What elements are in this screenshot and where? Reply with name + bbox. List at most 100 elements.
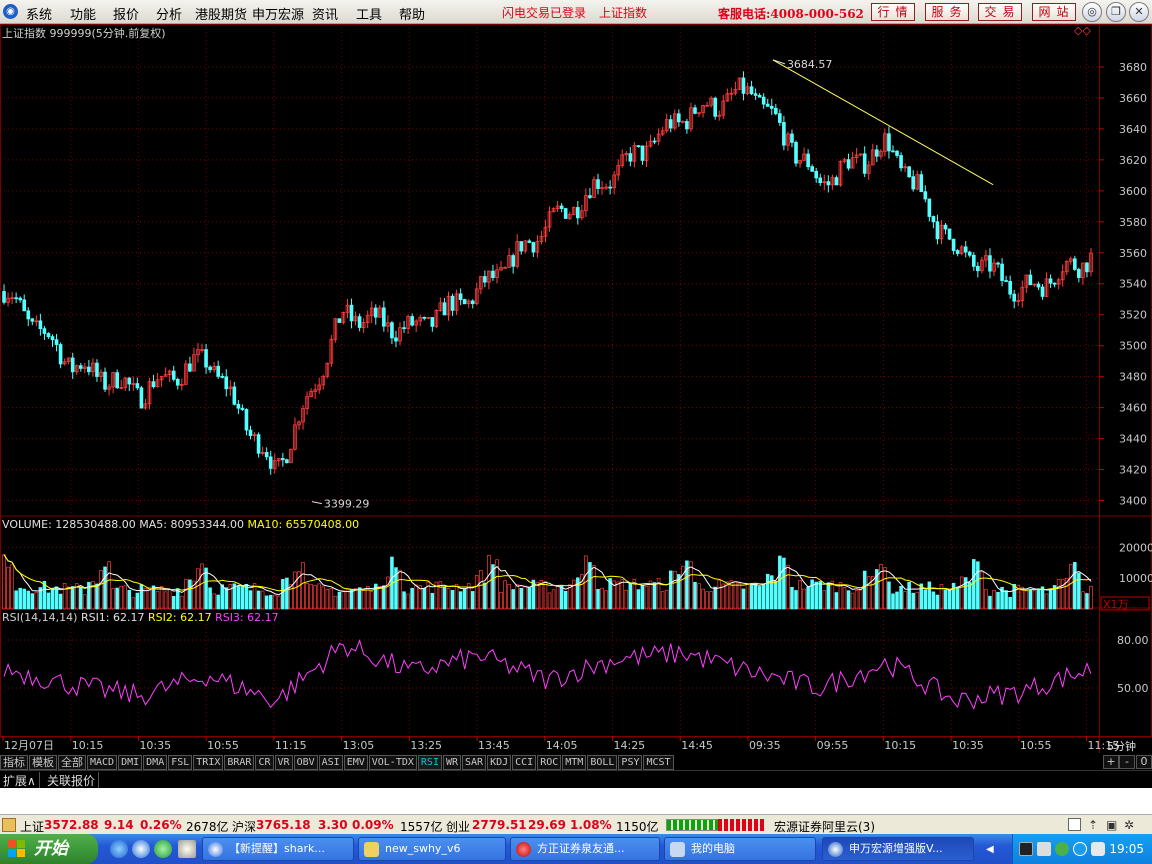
volume-bar <box>559 585 564 610</box>
reset-icon[interactable]: 0 <box>1136 755 1152 769</box>
network-icon[interactable] <box>1055 842 1069 856</box>
website-button[interactable]: 网站 <box>1032 3 1076 21</box>
task-swhy-enhanced[interactable]: 申万宏源增强版V... <box>822 837 974 861</box>
menu-function[interactable]: 功能 <box>70 4 96 23</box>
zoom-in-icon[interactable]: + <box>1103 755 1119 769</box>
expand-tab[interactable]: 扩展∧ <box>0 772 40 789</box>
quicklaunch-more-icon[interactable] <box>178 840 196 858</box>
task-my-computer[interactable]: 我的电脑 <box>664 837 816 861</box>
market-button[interactable]: 行情 <box>871 3 915 21</box>
volume-bar <box>1008 596 1012 610</box>
indicator-tab-指标[interactable]: 指标 <box>0 755 28 770</box>
indicator-tab-sar[interactable]: SAR <box>462 755 487 770</box>
volume-bar <box>891 593 895 610</box>
ie-icon[interactable] <box>110 840 128 858</box>
indicator-tab-psy[interactable]: PSY <box>618 755 643 770</box>
related-quote-tab[interactable]: 关联报价 <box>44 772 100 789</box>
price-tick-label: 3480 <box>1119 371 1147 384</box>
indicator-tab-roc[interactable]: ROC <box>537 755 562 770</box>
diamond-icon[interactable]: ◇◇ <box>1074 24 1091 37</box>
indicator-tab-trix[interactable]: TRIX <box>193 755 224 770</box>
indicator-tab-kdj[interactable]: KDJ <box>487 755 512 770</box>
volume-bar <box>527 587 532 610</box>
indicator-tab-rsi[interactable]: RSI <box>417 755 442 770</box>
restore-icon[interactable]: ❐ <box>1106 2 1126 22</box>
menu-quote[interactable]: 报价 <box>113 4 139 23</box>
volume-bar <box>180 595 184 610</box>
candle-body <box>810 166 814 172</box>
task-shark[interactable]: 【新提醒】shark... <box>202 837 354 861</box>
signal-icon[interactable]: ⇡ <box>1088 818 1098 832</box>
chart-header: 上证指数 999999(5分钟.前复权) <box>2 27 166 40</box>
candle-body <box>834 177 839 186</box>
volume-icon[interactable] <box>1037 842 1051 856</box>
tray-app-icon[interactable] <box>1019 842 1033 856</box>
candle-body <box>899 155 903 169</box>
volume-bar <box>810 579 814 610</box>
menu-system[interactable]: 系统 <box>26 4 52 23</box>
lock-status-icon[interactable]: ▣ <box>1106 818 1117 832</box>
chart-svg[interactable]: 3680 3660 3640 3620 3600 3580 3560 3540 3520 3500… <box>0 24 1152 754</box>
indicator-tab-cci[interactable]: CCI <box>512 755 537 770</box>
volume-bar <box>822 590 827 610</box>
service-button[interactable]: 服务 <box>925 3 969 21</box>
menu-info[interactable]: 资讯 <box>312 4 338 23</box>
menu-swhy[interactable]: 申万宏源 <box>252 4 304 23</box>
task-new-swhy[interactable]: new_swhy_v6 <box>358 837 506 861</box>
indicator-tab-cr[interactable]: CR <box>255 755 274 770</box>
tray-expand-icon[interactable]: ◀ <box>986 844 994 855</box>
app-logo-icon[interactable]: ◉ <box>3 4 18 19</box>
close-icon[interactable]: ✕ <box>1129 2 1149 22</box>
indicator-tab-mcst[interactable]: MCST <box>643 755 674 770</box>
candle-body <box>337 318 342 323</box>
time-tick-label: 13:45 <box>478 739 510 752</box>
chat-icon[interactable] <box>154 840 172 858</box>
indicator-tab-vol-tdx[interactable]: VOL-TDX <box>368 755 417 770</box>
volume-bar <box>479 569 483 610</box>
indicator-tab-brar[interactable]: BRAR <box>224 755 255 770</box>
flash-trade-status[interactable]: 闪电交易已登录 <box>502 4 586 21</box>
candle-body <box>373 307 378 318</box>
cy-index-change: 29.69 <box>528 818 566 832</box>
ime-icon[interactable] <box>1091 842 1105 856</box>
menu-tools[interactable]: 工具 <box>356 4 382 23</box>
task-fangzheng[interactable]: 方正证券泉友通... <box>510 837 660 861</box>
lock-icon[interactable] <box>2 818 16 832</box>
window-icon[interactable] <box>1068 818 1081 831</box>
menu-analysis[interactable]: 分析 <box>156 4 182 23</box>
trade-button[interactable]: 交易 <box>978 3 1022 21</box>
indicator-tab-全部[interactable]: 全部 <box>58 755 86 770</box>
indicator-tab-fsl[interactable]: FSL <box>168 755 193 770</box>
candle-body <box>204 349 208 368</box>
indicator-tab-mtm[interactable]: MTM <box>562 755 587 770</box>
candle-body <box>971 254 976 267</box>
security-icon[interactable] <box>1073 842 1087 856</box>
indicator-tab-wr[interactable]: WR <box>442 755 462 770</box>
candle-body <box>931 216 936 223</box>
menu-hk-futures[interactable]: 港股期货 <box>195 4 247 23</box>
volume-bar <box>899 586 903 610</box>
indicator-tab-dma[interactable]: DMA <box>143 755 168 770</box>
chart-area[interactable]: 3680 3660 3640 3620 3600 3580 3560 3540 3520 3500… <box>0 24 1152 754</box>
indicator-tab-macd[interactable]: MACD <box>87 755 118 770</box>
indicator-tab-vr[interactable]: VR <box>274 755 293 770</box>
indicator-tab-boll[interactable]: BOLL <box>587 755 618 770</box>
indicator-tab-asi[interactable]: ASI <box>318 755 343 770</box>
indicator-tab-dmi[interactable]: DMI <box>118 755 143 770</box>
indicator-tab-obv[interactable]: OBV <box>293 755 318 770</box>
settings-icon[interactable]: ✲ <box>1124 818 1134 832</box>
zoom-out-icon[interactable]: - <box>1119 755 1135 769</box>
browser-icon[interactable] <box>132 840 150 858</box>
indicator-tab-模板[interactable]: 模板 <box>29 755 57 770</box>
help-icon[interactable]: ◎ <box>1082 2 1102 22</box>
indicator-tab-emv[interactable]: EMV <box>343 755 368 770</box>
volume-bar <box>196 568 200 610</box>
index-link[interactable]: 上证指数 <box>599 4 647 21</box>
volume-bar <box>943 589 948 610</box>
menu-help[interactable]: 帮助 <box>399 4 425 23</box>
candle-body <box>685 121 689 130</box>
volume-bar <box>834 592 839 610</box>
start-button[interactable]: 开始 <box>0 834 98 864</box>
volume-bar <box>414 584 418 610</box>
server-name[interactable]: 宏源证券阿里云(3) <box>774 818 875 835</box>
